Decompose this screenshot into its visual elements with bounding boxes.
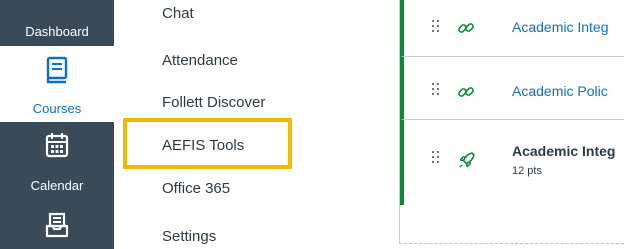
course-nav-attendance[interactable]: Attendance xyxy=(162,52,238,70)
global-nav-inbox[interactable] xyxy=(0,198,114,249)
module-item[interactable]: Academic Integ xyxy=(400,0,624,57)
module-item-points: 12 pts xyxy=(512,165,542,177)
course-nav-aefis-tools[interactable]: AEFIS Tools xyxy=(162,137,244,155)
module-items-panel: Academic Integ Academic Polic Academic I… xyxy=(399,0,624,244)
calendar-label: Calendar xyxy=(30,178,84,193)
course-nav-chat[interactable]: Chat xyxy=(162,5,194,23)
course-nav: Chat Attendance Follett Discover AEFIS T… xyxy=(114,0,399,249)
global-nav: Dashboard Courses Calendar xyxy=(0,0,114,249)
book-icon xyxy=(45,56,69,89)
inbox-icon xyxy=(45,212,69,243)
module-item-title[interactable]: Academic Integ xyxy=(512,19,609,36)
module-item[interactable]: Academic Polic xyxy=(400,57,624,120)
assignment-rocket-icon xyxy=(457,150,477,175)
dashboard-label: Dashboard xyxy=(25,24,89,39)
global-nav-dashboard[interactable]: Dashboard xyxy=(0,0,114,46)
global-nav-calendar[interactable]: Calendar xyxy=(0,122,114,198)
calendar-icon xyxy=(45,132,69,163)
drag-handle-icon[interactable] xyxy=(432,20,440,33)
module-item[interactable]: Academic Integ 12 pts xyxy=(400,120,624,205)
course-nav-settings[interactable]: Settings xyxy=(162,228,216,246)
modules-content: Academic Integ Academic Polic Academic I… xyxy=(399,0,624,249)
module-item-title[interactable]: Academic Polic xyxy=(512,83,608,100)
module-item-title[interactable]: Academic Integ xyxy=(512,143,615,160)
course-nav-office-365[interactable]: Office 365 xyxy=(162,180,230,198)
course-nav-follett-discover[interactable]: Follett Discover xyxy=(162,94,265,112)
link-icon xyxy=(457,83,475,106)
drag-handle-icon[interactable] xyxy=(432,83,440,96)
drag-handle-icon[interactable] xyxy=(432,151,440,164)
global-nav-courses[interactable]: Courses xyxy=(0,46,114,122)
courses-label: Courses xyxy=(32,101,82,116)
link-icon xyxy=(457,19,475,42)
